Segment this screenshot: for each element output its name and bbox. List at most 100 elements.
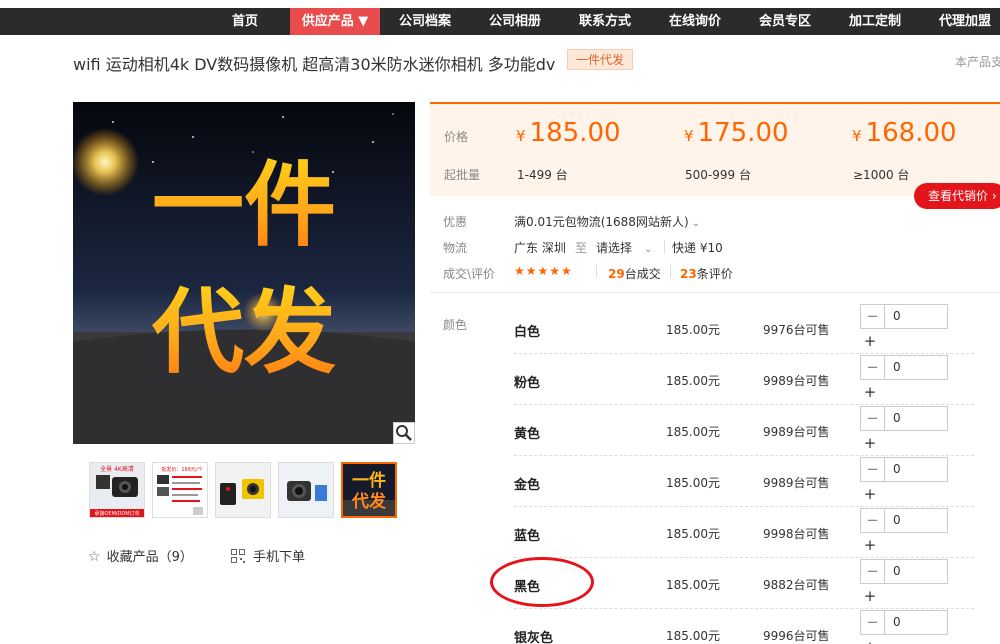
tier-qty-2: 500-999 台 (685, 168, 751, 182)
quantity-input[interactable]: 0 (884, 355, 948, 380)
increase-qty-button[interactable]: + (860, 433, 880, 453)
currency-symbol: ¥ (684, 127, 694, 145)
deals-count-suffix: 台成交 (624, 267, 661, 281)
variant-price: 185.00元 (666, 578, 720, 592)
tier-price-2: ¥175.00 (684, 118, 789, 148)
variant-name: 金色 (514, 478, 541, 493)
variant-price: 185.00元 (666, 425, 720, 439)
rating-stars: ★★★★★ (514, 264, 573, 278)
tier-price-3: ¥168.00 (852, 118, 957, 148)
tier-qty-1: 1-499 台 (517, 168, 568, 182)
promo-dropdown[interactable]: 满0.01元包物流(1688网站新人) ⌄ (514, 213, 700, 230)
nav-company-album[interactable]: 公司相册 (476, 8, 554, 35)
decrease-qty-button[interactable]: − (860, 457, 885, 482)
price-label: 价格 (444, 130, 469, 144)
separator (670, 265, 671, 278)
quantity-input[interactable]: 0 (884, 610, 948, 635)
decrease-qty-button[interactable]: − (860, 508, 885, 533)
variant-stock: 9996台可售 (763, 629, 830, 643)
review-count-suffix: 条评价 (696, 267, 733, 281)
price-panel: 价格 起批量 ¥185.00 ¥175.00 ¥168.00 1-499 台 5… (430, 102, 1000, 196)
variant-price: 185.00元 (666, 527, 720, 541)
decrease-qty-button[interactable]: − (860, 355, 885, 380)
separator (664, 240, 665, 253)
variant-name: 黄色 (514, 427, 541, 442)
nav-custom-processing[interactable]: 加工定制 (836, 8, 914, 35)
nav-inquiry[interactable]: 在线询价 (656, 8, 734, 35)
divider (430, 292, 1000, 293)
review-count-number: 23 (680, 267, 697, 281)
variant-price: 185.00元 (666, 323, 720, 337)
tier-price-1: ¥185.00 (516, 118, 621, 148)
increase-qty-button[interactable]: + (860, 331, 880, 351)
variant-row: 白色 185.00元 9976台可售 − 0 + (0, 302, 1000, 354)
quantity-input[interactable]: 0 (884, 457, 948, 482)
currency-symbol: ¥ (516, 127, 526, 145)
support-note: 本产品支 (955, 55, 1000, 69)
variant-price: 185.00元 (666, 374, 720, 388)
overlay-text-line1: 一件 (152, 152, 336, 259)
decrease-qty-button[interactable]: − (860, 610, 885, 635)
variant-stock: 9989台可售 (763, 425, 830, 439)
chevron-down-icon: ⌄ (691, 218, 701, 229)
decrease-qty-button[interactable]: − (860, 559, 885, 584)
variant-stock: 9998台可售 (763, 527, 830, 541)
min-qty-label: 起批量 (444, 168, 481, 182)
promo-value: 满0.01元包物流(1688网站新人) (514, 215, 689, 229)
quantity-input[interactable]: 0 (884, 508, 948, 533)
logistics-origin: 广东 深圳 (514, 241, 566, 255)
promo-label: 优惠 (443, 215, 468, 229)
quantity-input[interactable]: 0 (884, 559, 948, 584)
variant-price: 185.00元 (666, 476, 720, 490)
nav-home[interactable]: 首页 (206, 8, 284, 35)
currency-symbol: ¥ (852, 127, 862, 145)
variant-row: 粉色 185.00元 9989台可售 − 0 + (0, 353, 1000, 405)
tier-price-1-value: 185.00 (529, 118, 621, 148)
tier-price-2-value: 175.00 (697, 118, 789, 148)
quantity-input[interactable]: 0 (884, 406, 948, 431)
variant-stock: 9989台可售 (763, 374, 830, 388)
dropship-badge: 一件代发 (567, 49, 634, 70)
view-agent-price-button[interactable]: 查看代销价 › (914, 183, 1000, 209)
variant-row: 黄色 185.00元 9989台可售 − 0 + (0, 404, 1000, 456)
annotation-circle (490, 557, 594, 607)
variant-row: 金色 185.00元 9989台可售 − 0 + (0, 455, 1000, 507)
quantity-input[interactable]: 0 (884, 304, 948, 329)
product-page: 首页 供应产品 ▼ 公司档案 公司相册 联系方式 在线询价 会员专区 加工定制 … (0, 0, 1000, 644)
nav-company-profile[interactable]: 公司档案 (386, 8, 464, 35)
increase-qty-button[interactable]: + (860, 535, 880, 555)
variant-stock: 9882台可售 (763, 578, 830, 592)
variant-name: 粉色 (514, 376, 541, 391)
variant-price: 185.00元 (666, 629, 720, 643)
nav-contact[interactable]: 联系方式 (566, 8, 644, 35)
variant-name: 蓝色 (514, 529, 541, 544)
increase-qty-button[interactable]: + (860, 382, 880, 402)
tier-qty-3: ≥1000 台 (853, 168, 910, 182)
separator (596, 265, 597, 278)
increase-qty-button[interactable]: + (860, 586, 880, 606)
increase-qty-button[interactable]: + (860, 637, 880, 644)
variant-stock: 9989台可售 (763, 476, 830, 490)
top-nav: 首页 供应产品 ▼ 公司档案 公司相册 联系方式 在线询价 会员专区 加工定制 … (0, 8, 1000, 35)
variant-name: 银灰色 (514, 631, 554, 644)
review-count[interactable]: 23条评价 (680, 265, 733, 282)
decrease-qty-button[interactable]: − (860, 304, 885, 329)
destination-select[interactable]: 请选择 ⌄ (596, 239, 652, 256)
tier-price-3-value: 168.00 (865, 118, 957, 148)
deals-count-number: 29 (608, 267, 625, 281)
nav-members[interactable]: 会员专区 (746, 8, 824, 35)
variant-row: 银灰色 185.00元 9996台可售 − 0 + (0, 608, 1000, 644)
deals-label: 成交\评价 (443, 267, 496, 281)
increase-qty-button[interactable]: + (860, 484, 880, 504)
logistics-to-word: 至 (575, 241, 588, 255)
logistics-label: 物流 (443, 241, 468, 255)
nav-products[interactable]: 供应产品 ▼ (290, 8, 380, 35)
variant-name: 白色 (514, 325, 541, 340)
deals-count[interactable]: 29台成交 (608, 265, 661, 282)
decrease-qty-button[interactable]: − (860, 406, 885, 431)
variant-stock: 9976台可售 (763, 323, 830, 337)
chevron-down-icon: ⌄ (644, 244, 653, 255)
variant-row: 蓝色 185.00元 9998台可售 − 0 + (0, 506, 1000, 558)
express-fee: 快递 ¥10 (672, 241, 723, 255)
nav-agency[interactable]: 代理加盟 (926, 8, 1000, 35)
